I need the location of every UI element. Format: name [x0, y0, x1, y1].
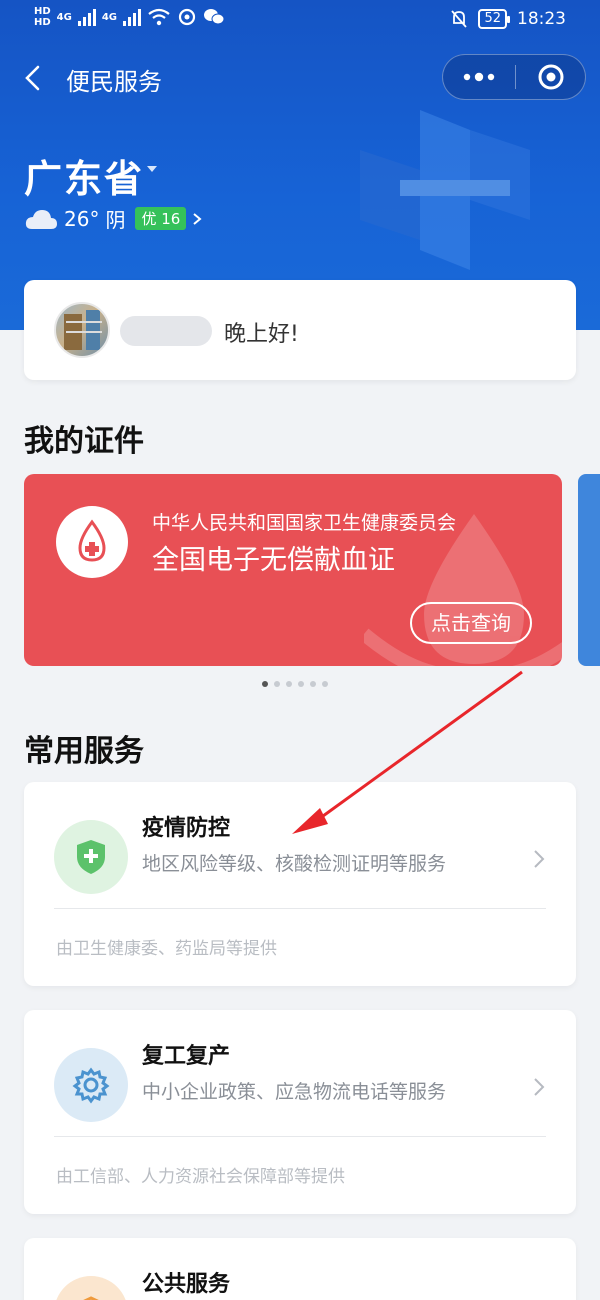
- service-description: 地区风险等级、核酸检测证明等服务: [142, 853, 447, 875]
- user-greeting-card[interactable]: 晚上好!: [24, 280, 576, 380]
- caret-down-icon[interactable]: [146, 164, 158, 174]
- mini-program-capsule: [442, 54, 586, 100]
- blood-drop-icon: [56, 506, 128, 578]
- clock: 18:23: [517, 9, 566, 29]
- weather-condition: 阴: [105, 208, 126, 232]
- pager-dot[interactable]: [298, 681, 304, 687]
- cloud-icon: [25, 209, 57, 229]
- network-label-2: 4G: [101, 11, 118, 23]
- status-bar: HD HD 4G 4G 52 18:23: [0, 0, 600, 42]
- province-selector[interactable]: 广东省: [24, 148, 144, 203]
- chevron-right-icon: [193, 212, 202, 225]
- chevron-right-icon: [534, 850, 545, 868]
- pager-dot[interactable]: [322, 681, 328, 687]
- blood-donation-card[interactable]: 中华人民共和国国家卫生健康委员会 全国电子无偿献血证 点击查询: [24, 474, 562, 666]
- issuer-name: 中华人民共和国国家卫生健康委员会: [152, 512, 457, 534]
- section-title-credentials: 我的证件: [24, 424, 144, 459]
- battery-indicator: 52: [478, 9, 510, 29]
- divider: [54, 1136, 546, 1137]
- mute-bell-icon: [451, 10, 468, 28]
- chevron-right-icon: [534, 1078, 545, 1096]
- pager-dot[interactable]: [262, 681, 268, 687]
- weather-row[interactable]: 26° 阴 优 16: [24, 204, 202, 233]
- service-provider: 由工信部、人力资源社会保障部等提供: [56, 1167, 345, 1187]
- carousel-pager: [262, 681, 328, 687]
- more-icon[interactable]: [443, 55, 515, 99]
- service-title: 公共服务: [142, 1272, 231, 1297]
- page-title: 便民服务: [66, 68, 162, 96]
- username-blurred: [120, 316, 212, 346]
- close-target-icon[interactable]: [515, 55, 587, 99]
- wechat-icon: [204, 9, 225, 25]
- hd-label-2: HD: [34, 17, 51, 28]
- gear-icon: [54, 1048, 128, 1122]
- service-provider: 由卫生健康委、药监局等提供: [56, 939, 277, 959]
- pager-dot[interactable]: [310, 681, 316, 687]
- service-card-epidemic[interactable]: 疫情防控 地区风险等级、核酸检测证明等服务 由卫生健康委、药监局等提供: [24, 782, 576, 986]
- service-description: 中小企业政策、应急物流电话等服务: [142, 1081, 447, 1103]
- service-title: 疫情防控: [142, 816, 231, 841]
- aqi-badge: 优 16: [135, 207, 187, 230]
- signal-icon-2: [123, 8, 142, 26]
- pager-dot[interactable]: [286, 681, 292, 687]
- greeting-text: 晚上好!: [224, 322, 299, 347]
- box-icon: [54, 1276, 128, 1300]
- avatar[interactable]: [54, 302, 110, 358]
- hd-label-1: HD: [34, 6, 51, 17]
- service-title: 复工复产: [142, 1044, 231, 1069]
- navigation-bar: 便民服务: [0, 52, 600, 104]
- decorative-pattern: [360, 110, 530, 270]
- back-icon[interactable]: [22, 64, 46, 92]
- temperature: 26°: [64, 206, 100, 231]
- network-label-1: 4G: [56, 11, 72, 23]
- next-credential-card-peek[interactable]: [578, 474, 600, 666]
- credential-title: 全国电子无偿献血证: [152, 545, 395, 576]
- signal-icon: [77, 8, 96, 26]
- section-title-services: 常用服务: [24, 734, 144, 769]
- divider: [54, 908, 546, 909]
- pager-dot[interactable]: [274, 681, 280, 687]
- wifi-icon: [148, 8, 170, 26]
- service-card-resumption[interactable]: 复工复产 中小企业政策、应急物流电话等服务 由工信部、人力资源社会保障部等提供: [24, 1010, 576, 1214]
- shield-plus-icon: [54, 820, 128, 894]
- hotspot-icon: [178, 8, 196, 26]
- query-button[interactable]: 点击查询: [410, 602, 532, 644]
- service-card-public[interactable]: 公共服务: [24, 1238, 576, 1300]
